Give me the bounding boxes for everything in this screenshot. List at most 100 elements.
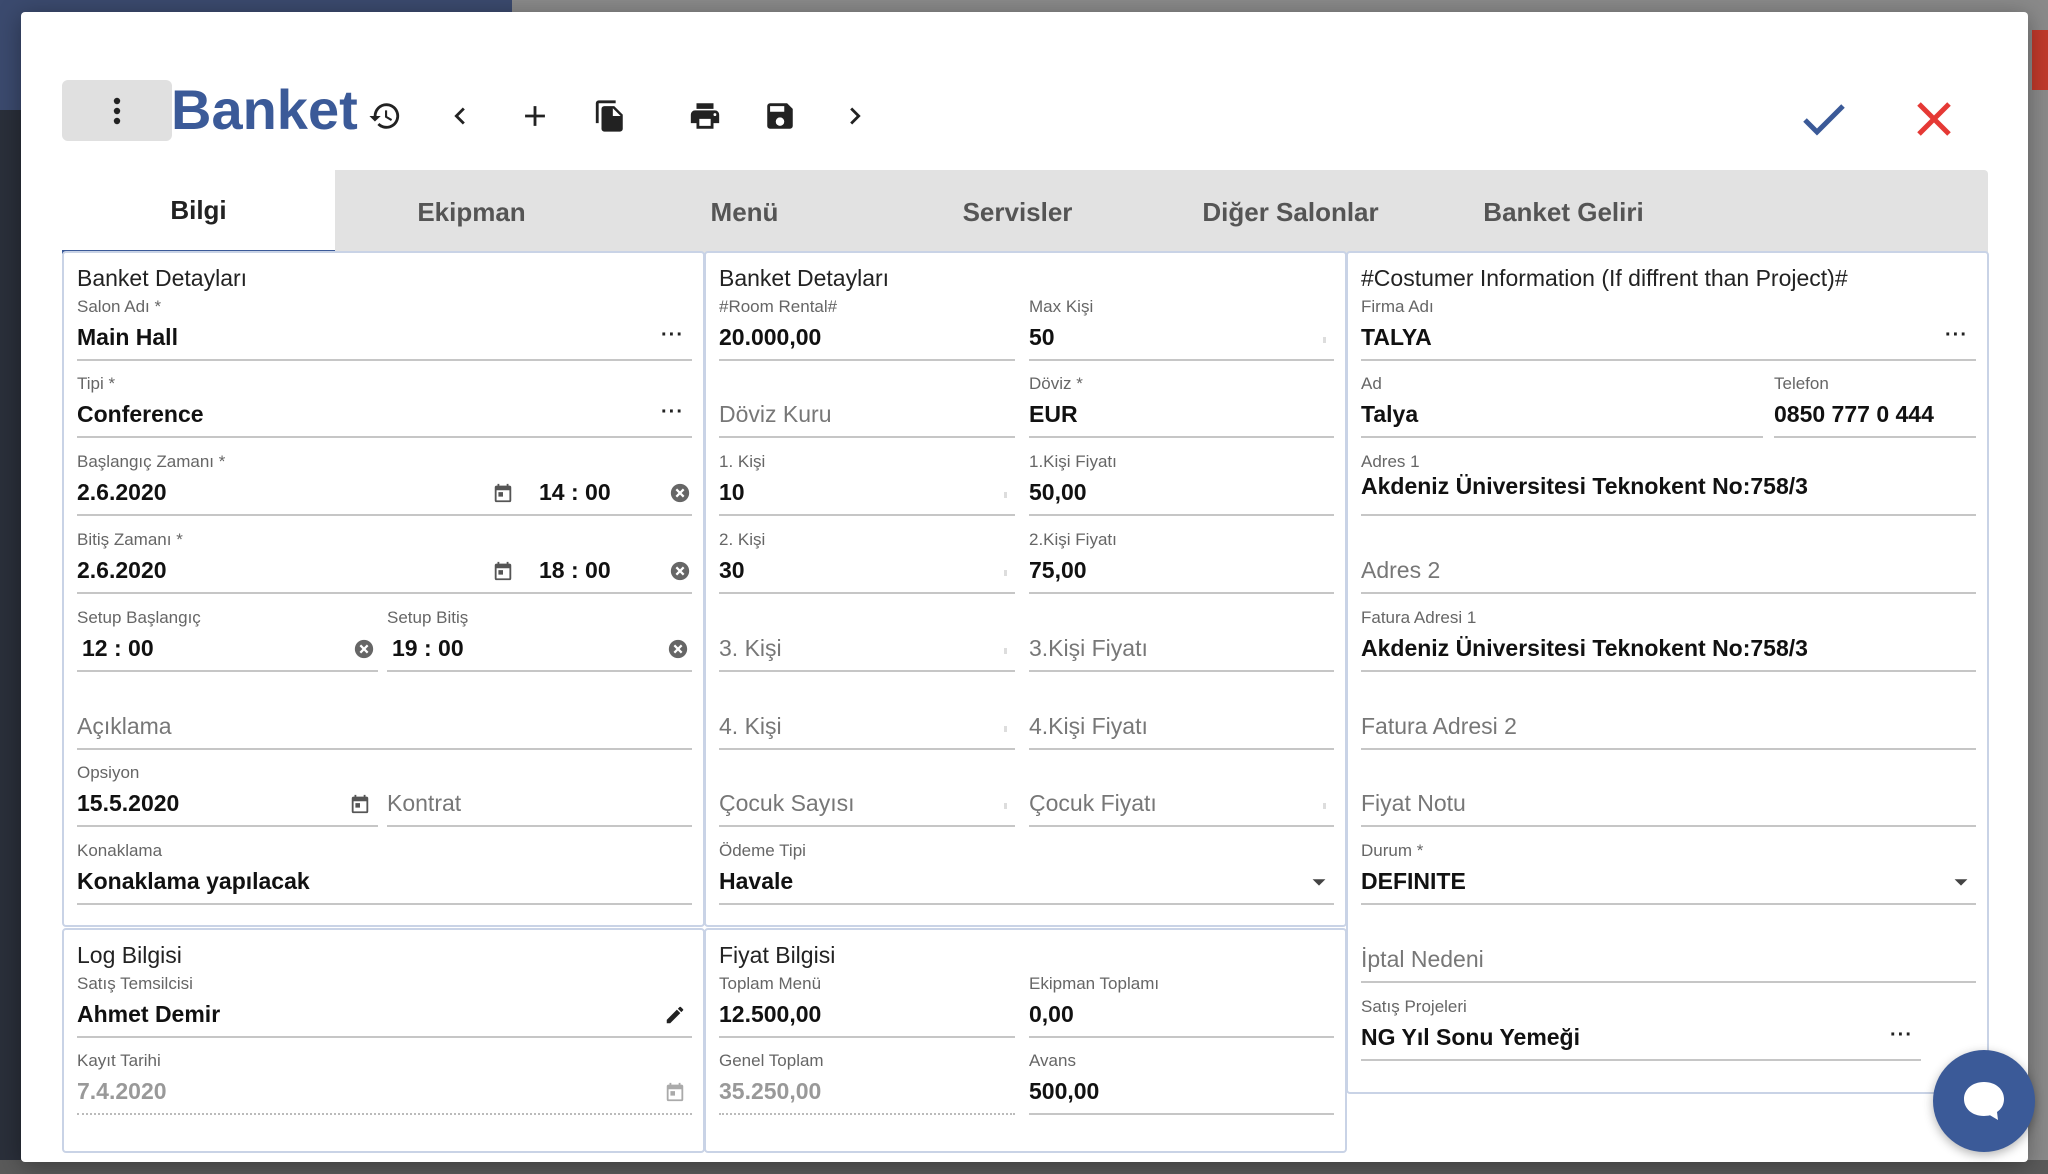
aciklama-field[interactable]: Açıklama <box>77 686 692 750</box>
clear-icon[interactable] <box>669 482 691 504</box>
cocuk-fiyati-field[interactable]: Çocuk Fiyatı <box>1029 763 1334 827</box>
clear-icon[interactable] <box>353 638 375 660</box>
opsiyon-field[interactable]: Opsiyon 15.5.2020 <box>77 763 378 827</box>
dropdown-arrow-icon[interactable] <box>1308 871 1330 893</box>
spinner-icon[interactable] <box>1323 803 1326 809</box>
baslangic-field[interactable]: Başlangıç Zamanı * 2.6.2020 14 : 00 <box>77 452 692 516</box>
temsilci-value: Ahmet Demir <box>77 1001 221 1027</box>
calendar-icon <box>664 1081 686 1103</box>
firma-field[interactable]: Firma Adı TALYA ··· <box>1361 297 1976 361</box>
clear-icon[interactable] <box>669 560 691 582</box>
chevron-right-icon <box>850 107 861 125</box>
spinner-icon[interactable] <box>1004 570 1007 576</box>
tab-banket-geliri[interactable]: Banket Geliri <box>1427 170 1700 254</box>
confirm-button[interactable] <box>1799 94 1849 144</box>
setup-baslangic-time[interactable]: 12 : 00 <box>82 635 154 662</box>
spinner-icon[interactable] <box>1004 492 1007 498</box>
kisi2-field[interactable]: 2. Kişi 30 <box>719 530 1015 594</box>
more-menu-button[interactable] <box>62 80 172 141</box>
toplam-menu-value: 12.500,00 <box>719 1001 822 1027</box>
setup-bitis-label: Setup Bitiş <box>387 608 469 627</box>
chat-button[interactable] <box>1933 1050 2035 1152</box>
adres1-field[interactable]: Adres 1 Akdeniz Üniversitesi Teknokent N… <box>1361 452 1976 516</box>
odeme-tipi-select[interactable]: Ödeme Tipi Havale <box>719 841 1334 905</box>
spinner-icon[interactable] <box>1323 337 1326 343</box>
history-icon <box>369 103 400 129</box>
previous-button[interactable] <box>442 98 478 134</box>
fatura1-field[interactable]: Fatura Adresi 1 Akdeniz Üniversitesi Tek… <box>1361 608 1976 672</box>
price-info-panel: Fiyat Bilgisi Toplam Menü 12.500,00 Ekip… <box>704 928 1347 1153</box>
tab-servisler[interactable]: Servisler <box>881 170 1154 254</box>
ellipsis-icon[interactable]: ··· <box>661 401 684 424</box>
bitis-time[interactable]: 18 : 00 <box>539 557 611 584</box>
kisi3-placeholder: 3. Kişi <box>719 635 782 661</box>
history-button[interactable] <box>367 98 403 134</box>
iptal-nedeni-field[interactable]: İptal Nedeni <box>1361 919 1976 983</box>
fatura2-field[interactable]: Fatura Adresi 2 <box>1361 686 1976 750</box>
spinner-icon[interactable] <box>1004 648 1007 654</box>
tab-bilgi[interactable]: Bilgi <box>62 170 335 254</box>
banket-details-panel: Banket Detayları Salon Adı * Main Hall ·… <box>62 251 705 927</box>
tab-ekipman[interactable]: Ekipman <box>335 170 608 254</box>
edit-icon[interactable] <box>664 1004 686 1026</box>
adres2-field[interactable]: Adres 2 <box>1361 530 1976 594</box>
panel-title: #Costumer Information (If diffrent than … <box>1361 265 1848 291</box>
max-kisi-value: 50 <box>1029 324 1055 350</box>
max-kisi-field[interactable]: Max Kişi 50 <box>1029 297 1334 361</box>
tab-bar: Bilgi Ekipman Menü Servisler Diğer Salon… <box>62 170 1988 254</box>
setup-bitis-field[interactable]: Setup Bitiş 19 : 00 <box>387 608 692 672</box>
tab-menu[interactable]: Menü <box>608 170 881 254</box>
temsilci-field[interactable]: Satış Temsilcisi Ahmet Demir <box>77 974 692 1038</box>
durum-select[interactable]: Durum * DEFINITE <box>1361 841 1976 905</box>
ekipman-toplami-field: Ekipman Toplamı 0,00 <box>1029 974 1334 1038</box>
print-button[interactable] <box>687 98 723 134</box>
calendar-icon[interactable] <box>492 560 514 582</box>
kisi4-placeholder: 4. Kişi <box>719 713 782 739</box>
calendar-icon[interactable] <box>492 482 514 504</box>
add-button[interactable] <box>517 98 553 134</box>
bitis-field[interactable]: Bitiş Zamanı * 2.6.2020 18 : 00 <box>77 530 692 594</box>
salon-field[interactable]: Salon Adı * Main Hall ··· <box>77 297 692 361</box>
kisi2-fiyat-field[interactable]: 2.Kişi Fiyatı 75,00 <box>1029 530 1334 594</box>
avans-field[interactable]: Avans 500,00 <box>1029 1051 1334 1115</box>
ad-field[interactable]: Ad Talya <box>1361 374 1763 438</box>
ellipsis-icon[interactable]: ··· <box>661 324 684 347</box>
background-accent <box>2032 30 2048 90</box>
fiyat-notu-field[interactable]: Fiyat Notu <box>1361 763 1976 827</box>
kisi2-fiyat-value: 75,00 <box>1029 557 1087 583</box>
baslangic-time[interactable]: 14 : 00 <box>539 479 611 506</box>
clear-icon[interactable] <box>667 638 689 660</box>
kontrat-field[interactable]: Kontrat <box>387 763 692 827</box>
next-button[interactable] <box>837 98 873 134</box>
kisi4-field[interactable]: 4. Kişi <box>719 686 1015 750</box>
cocuk-sayisi-field[interactable]: Çocuk Sayısı <box>719 763 1015 827</box>
spinner-icon[interactable] <box>1004 726 1007 732</box>
kisi2-fiyat-label: 2.Kişi Fiyatı <box>1029 530 1117 549</box>
spinner-icon[interactable] <box>1004 803 1007 809</box>
kisi2-value: 30 <box>719 557 745 583</box>
calendar-icon[interactable] <box>349 793 371 815</box>
konaklama-field[interactable]: Konaklama Konaklama yapılacak <box>77 841 692 905</box>
baslangic-label: Başlangıç Zamanı * <box>77 452 226 471</box>
kisi3-fiyat-field[interactable]: 3.Kişi Fiyatı <box>1029 608 1334 672</box>
telefon-field[interactable]: Telefon 0850 777 0 444 <box>1774 374 1976 438</box>
kisi4-fiyat-field[interactable]: 4.Kişi Fiyatı <box>1029 686 1334 750</box>
setup-bitis-time[interactable]: 19 : 00 <box>392 635 464 662</box>
doviz-field[interactable]: Döviz * EUR <box>1029 374 1334 438</box>
setup-baslangic-field[interactable]: Setup Başlangıç 12 : 00 <box>77 608 378 672</box>
save-button[interactable] <box>762 98 798 134</box>
copy-button[interactable] <box>592 98 628 134</box>
doviz-kuru-field[interactable]: Döviz Kuru <box>719 374 1015 438</box>
ellipsis-icon[interactable]: ··· <box>1945 324 1968 347</box>
check-icon <box>1803 104 1845 136</box>
satis-projeleri-field[interactable]: Satış Projeleri NG Yıl Sonu Yemeği ··· <box>1361 997 1921 1061</box>
tab-diger-salonlar[interactable]: Diğer Salonlar <box>1154 170 1427 254</box>
kisi1-field[interactable]: 1. Kişi 10 <box>719 452 1015 516</box>
tipi-field[interactable]: Tipi * Conference ··· <box>77 374 692 438</box>
cancel-button[interactable] <box>1909 94 1959 144</box>
ellipsis-icon[interactable]: ··· <box>1890 1024 1913 1047</box>
dropdown-arrow-icon[interactable] <box>1950 871 1972 893</box>
kisi1-fiyat-field[interactable]: 1.Kişi Fiyatı 50,00 <box>1029 452 1334 516</box>
room-rental-field[interactable]: #Room Rental# 20.000,00 <box>719 297 1015 361</box>
kisi3-field[interactable]: 3. Kişi <box>719 608 1015 672</box>
